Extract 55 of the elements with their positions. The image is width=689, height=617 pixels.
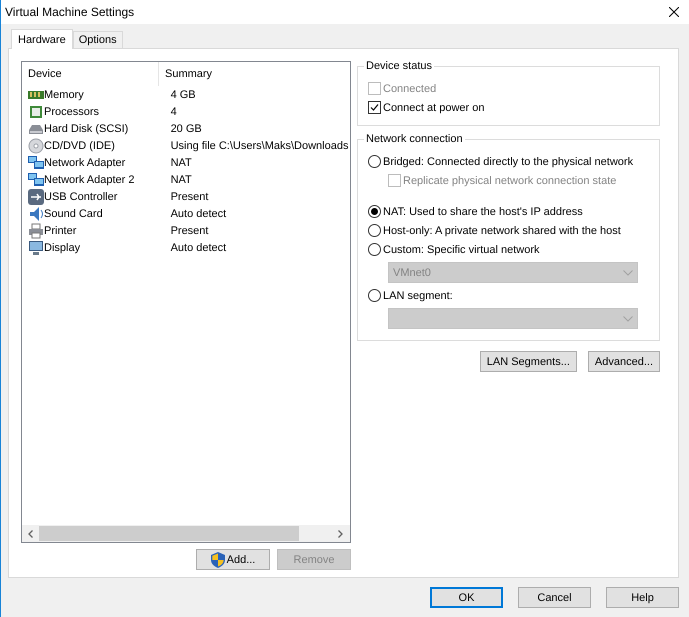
tab[interactable]: Hardware [11,29,73,49]
group-title: Device status [364,60,434,72]
radio-label[interactable]: LAN segment: [383,290,453,302]
usb-icon [28,188,44,204]
cancel-button[interactable]: Cancel [518,587,591,608]
horizontal-scrollbar[interactable] [22,525,350,542]
device-name[interactable]: Hard Disk (SCSI) [44,122,128,134]
add-button[interactable]: Add... [196,549,270,570]
device-name[interactable]: Sound Card [44,208,103,220]
device-name[interactable]: Processors [44,106,100,118]
column-header[interactable]: Summary [159,68,212,80]
device-summary: NAT [170,156,193,168]
printer-icon [28,222,44,238]
radio-label[interactable]: NAT: Used to share the host's IP address [383,206,583,218]
chip-icon [28,104,44,120]
checkbox[interactable] [368,101,381,114]
advanced-button[interactable]: Advanced... [588,351,660,372]
radio-button[interactable] [368,205,381,218]
device-summary: Present [170,190,210,202]
radio-label[interactable]: Host-only: A private network shared with the host [383,224,621,236]
lan-segments-button[interactable]: LAN Segments... [480,351,577,372]
radio-label[interactable]: Custom: Specific virtual network [383,244,540,256]
radio-label[interactable]: Bridged: Connected directly to the physical network [383,156,634,168]
device-name[interactable]: Network Adapter [44,156,126,168]
close-icon[interactable] [669,7,679,17]
monitor-icon [28,240,44,256]
device-name[interactable]: CD/DVD (IDE) [44,140,115,152]
column-header[interactable]: Device [22,62,159,86]
radio-button[interactable] [368,155,381,168]
radio-button[interactable] [368,224,381,237]
network-computers-icon [28,154,44,170]
radio-button[interactable] [368,243,381,256]
device-name[interactable]: Memory [44,88,84,100]
device-name[interactable]: Printer [44,224,76,236]
device-summary: Using file C:\Users\Maks\Downloads [170,140,350,152]
checkbox-label[interactable]: Connect at power on [383,102,485,114]
help-button[interactable]: Help [606,587,679,608]
device-summary: Present [170,224,210,236]
device-summary: Auto detect [170,242,228,254]
network-computers-icon [28,172,44,188]
tab[interactable]: Options [72,31,123,48]
device-summary: 4 GB [170,88,197,100]
disc-icon [28,138,44,154]
speaker-icon [28,206,44,222]
group-title: Network connection [364,133,465,145]
device-name[interactable]: Network Adapter 2 [44,174,134,186]
radio-button[interactable] [368,289,381,302]
device-summary: NAT [170,174,193,186]
device-name[interactable]: USB Controller [44,190,118,202]
device-summary: 4 [170,106,178,118]
device-summary: 20 GB [170,122,203,134]
device-name[interactable]: Display [44,242,80,254]
device-summary: Auto detect [170,208,228,220]
ok-button[interactable]: OK [430,587,503,608]
window-title: Virtual Machine Settings [5,5,134,19]
